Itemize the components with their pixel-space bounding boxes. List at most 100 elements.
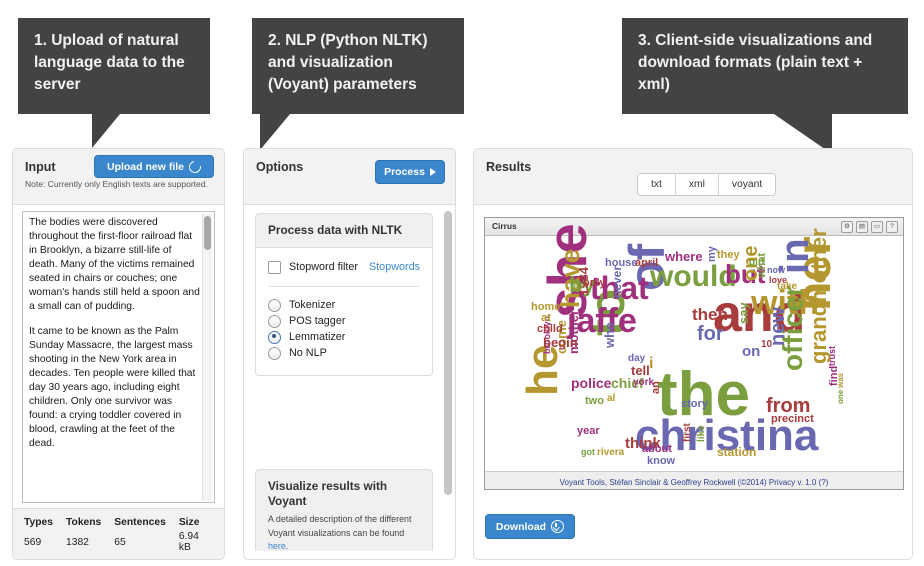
nltk-card-body: Stopword filter Stopwords Tokenizer POS … xyxy=(256,248,432,375)
wordcloud-word[interactable]: never xyxy=(610,266,624,298)
wordcloud-word[interactable]: al xyxy=(607,394,615,404)
stat-value-size: 6.94 kB xyxy=(178,531,199,553)
text-input-textarea[interactable]: The bodies were discovered throughout th… xyxy=(22,211,215,503)
wordcloud-word[interactable]: my xyxy=(706,246,718,262)
options-panel-header: Options Process xyxy=(244,149,455,205)
wordcloud-word[interactable]: story xyxy=(681,399,708,410)
stat-header-types: Types xyxy=(24,517,53,528)
upload-new-file-button[interactable]: Upload new file xyxy=(94,155,214,178)
nltk-card-heading: Process data with NLTK xyxy=(256,214,432,248)
wordcloud-word[interactable]: at xyxy=(541,313,551,324)
wordcloud-word[interactable]: an xyxy=(650,381,662,394)
tab-voyant[interactable]: voyant xyxy=(718,174,776,195)
wordcloud-word[interactable]: was xyxy=(836,373,845,388)
english-only-note: Note: Currently only English texts are s… xyxy=(25,179,208,189)
download-button[interactable]: Download xyxy=(485,514,575,539)
tab-xml[interactable]: xml xyxy=(675,174,719,195)
wordcloud-word[interactable]: they xyxy=(717,250,740,261)
wordcloud-word[interactable]: take xyxy=(777,282,797,292)
results-panel-title: Results xyxy=(486,160,532,174)
wordcloud-word[interactable]: who xyxy=(602,322,617,348)
wordcloud-word[interactable]: for xyxy=(697,324,724,344)
play-icon xyxy=(429,168,436,176)
options-panel-title: Options xyxy=(256,160,304,174)
wordcloud-word[interactable]: home xyxy=(531,302,560,313)
options-scrollbar-thumb[interactable] xyxy=(444,211,452,495)
window-icon[interactable]: ▭ xyxy=(871,221,883,233)
wordcloud-word[interactable]: grandmother xyxy=(806,228,831,364)
voyant-credits[interactable]: Voyant Tools, Stéfan Sinclair & Geoffrey… xyxy=(560,478,829,487)
stopword-filter-control[interactable]: Stopword filter xyxy=(268,260,359,274)
options-panel: Options Process Process data with NLTK S… xyxy=(243,148,456,560)
voyant-desc-pre: A detailed description of the different … xyxy=(268,514,412,538)
radio-no-nlp-label: No NLP xyxy=(289,347,327,360)
wordcloud-word[interactable]: station xyxy=(717,446,756,458)
options-scrollbar[interactable] xyxy=(444,211,452,545)
radio-lemmatizer-icon[interactable] xyxy=(268,330,281,344)
radio-no-nlp-icon[interactable] xyxy=(268,346,281,360)
text-paragraph-2: It came to be known as the Palm Sunday M… xyxy=(29,326,196,449)
wordcloud-word[interactable]: would xyxy=(650,262,737,292)
textarea-scrollbar-thumb[interactable] xyxy=(204,216,211,250)
wordcloud-word[interactable]: where xyxy=(665,250,703,263)
cirrus-toolbar: ⚙ ▤ ▭ ? xyxy=(841,221,898,233)
wordcloud-word[interactable]: one xyxy=(836,390,845,404)
wordcloud-word[interactable]: about xyxy=(642,444,672,455)
download-button-label: Download xyxy=(495,520,547,533)
stat-header-size: Size xyxy=(178,517,200,528)
wordcloud-word[interactable]: say xyxy=(736,302,751,324)
input-panel-title: Input xyxy=(25,160,56,174)
radio-option-tokenizer[interactable]: Tokenizer xyxy=(268,298,420,312)
wordcloud-word[interactable]: precinct xyxy=(771,414,814,425)
divider xyxy=(268,285,420,287)
voyant-here-link[interactable]: here xyxy=(268,541,286,551)
callout-bubble-1: 1. Upload of natural language data to th… xyxy=(18,18,210,148)
voyant-card-heading: Visualize results with Voyant A detailed… xyxy=(256,470,432,551)
radio-tokenizer-icon[interactable] xyxy=(268,298,281,312)
wordcloud-word[interactable]: then xyxy=(692,306,728,323)
wordcloud-word[interactable]: only xyxy=(583,278,606,289)
stopword-filter-label: Stopword filter xyxy=(289,261,359,274)
tab-txt[interactable]: txt xyxy=(638,174,676,195)
textarea-scrollbar[interactable] xyxy=(202,214,212,500)
wordcloud-word[interactable]: like xyxy=(696,425,707,442)
stopwords-link[interactable]: Stopwords xyxy=(369,261,420,273)
process-button-label: Process xyxy=(384,166,425,178)
wordcloud-word[interactable]: year xyxy=(577,426,600,437)
wordcloud-word[interactable]: on xyxy=(742,344,760,359)
wordcloud-word[interactable]: i xyxy=(649,356,653,372)
wordcloud-word[interactable]: two xyxy=(585,396,604,407)
gear-icon[interactable]: ⚙ xyxy=(841,221,853,233)
nlp-radio-group: Tokenizer POS tagger Lemmatizer No NLP xyxy=(268,298,420,360)
stat-value-sentences: 65 xyxy=(114,536,126,548)
wordcloud-word[interactable]: april xyxy=(635,258,658,269)
voyant-desc-post: . xyxy=(285,541,289,551)
wordcloud-word[interactable]: 10 xyxy=(761,340,772,350)
wordcloud-word[interactable]: know xyxy=(647,456,675,467)
table-row: 569 1382 65 6.94 kB xyxy=(24,531,224,553)
radio-option-no-nlp[interactable]: No NLP xyxy=(268,346,420,360)
save-icon[interactable]: ▤ xyxy=(856,221,868,233)
wordcloud-word[interactable]: trust xyxy=(827,346,837,366)
radio-option-pos-tagger[interactable]: POS tagger xyxy=(268,314,420,328)
wordcloud-word[interactable]: rivera xyxy=(597,448,624,458)
wordcloud-word[interactable]: begin xyxy=(543,336,578,349)
radio-pos-tagger-icon[interactable] xyxy=(268,314,281,328)
wordcloud-word[interactable]: child xyxy=(537,324,563,335)
radio-lemmatizer-label: Lemmatizer xyxy=(289,331,346,344)
wordcloud-canvas[interactable]: the and christina she of to her with he in jaffe th… xyxy=(485,223,903,471)
nltk-card: Process data with NLTK Stopword filter S… xyxy=(255,213,433,376)
stopword-filter-checkbox[interactable] xyxy=(268,260,281,274)
wordcloud-word[interactable]: first xyxy=(682,423,693,442)
text-paragraph-1: The bodies were discovered throughout th… xyxy=(29,217,200,312)
process-button[interactable]: Process xyxy=(375,160,445,184)
voyant-card-title: Visualize results with Voyant xyxy=(268,479,388,508)
wordcloud-word[interactable]: now xyxy=(767,266,785,275)
radio-option-lemmatizer[interactable]: Lemmatizer xyxy=(268,330,420,344)
wordcloud-word[interactable]: tell xyxy=(631,364,650,377)
wordcloud-word[interactable]: got xyxy=(581,448,595,457)
voyant-embed: Cirrus ⚙ ▤ ▭ ? the and christina she of to her… xyxy=(484,217,904,490)
help-icon[interactable]: ? xyxy=(886,221,898,233)
wordcloud-word[interactable]: police xyxy=(571,376,611,390)
input-panel-body: The bodies were discovered throughout th… xyxy=(13,205,224,509)
